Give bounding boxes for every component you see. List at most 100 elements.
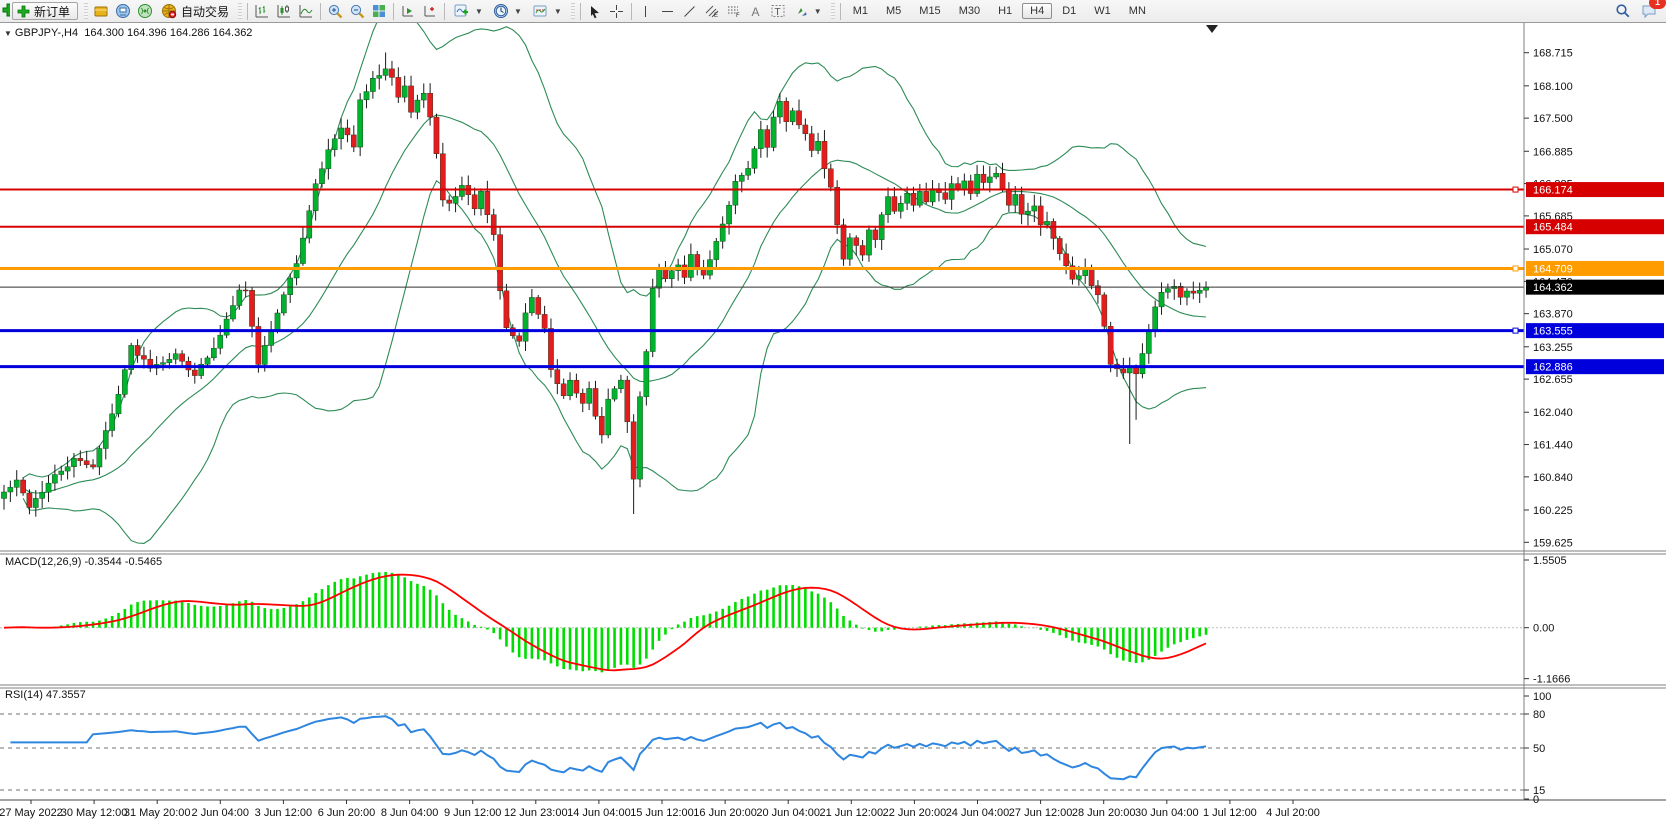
candle [682,265,687,278]
dropdown-caret: ▼ [475,7,483,16]
equidistant-channel-tool-icon[interactable]: E [701,1,723,21]
svg-text:-1.1666: -1.1666 [1533,674,1570,686]
svg-text:22 Jun 20:00: 22 Jun 20:00 [883,807,947,819]
chat-badge: 1 [1649,0,1666,9]
candle [1140,353,1145,373]
candle [364,92,369,100]
tile-windows-icon[interactable] [368,1,390,21]
candle [1038,206,1043,225]
price-axis[interactable]: 168.715168.100167.500166.885166.285165.6… [1524,48,1664,806]
fibonacci-tool-icon[interactable]: F [723,1,745,21]
candle [307,211,312,238]
svg-text:50: 50 [1533,743,1545,755]
new-order-button[interactable]: 新订单 [12,2,78,20]
candle [536,297,541,314]
chart-shift-marker[interactable] [1206,25,1218,33]
candle [1044,221,1049,225]
svg-text:159.625: 159.625 [1533,537,1573,549]
candle [1032,206,1037,211]
svg-text:162.655: 162.655 [1533,374,1573,386]
zoom-in-icon[interactable] [324,1,346,21]
signals-icon[interactable] [134,1,156,21]
toolbar-grip [831,3,835,19]
horizontal-line-tool-icon[interactable] [657,1,679,21]
candle [911,193,916,205]
candle [358,100,363,147]
candlestick-series [1,52,1208,516]
arrows-tool-button[interactable]: ▼ [789,1,827,21]
market-icon[interactable] [90,1,112,21]
bar-chart-type-icon[interactable] [251,1,273,21]
candle [688,254,693,277]
autotrade-button[interactable]: 自动交易 [156,1,234,21]
candle [765,130,770,148]
candle [860,246,865,256]
auto-scroll-icon[interactable] [397,1,419,21]
chat-icon[interactable]: 1 [1638,1,1660,21]
candle [402,86,407,97]
candle [943,193,948,200]
candle [847,238,852,259]
cursor-icon[interactable] [584,1,606,21]
text-tool-icon[interactable]: A [745,1,767,21]
timeframe-H4[interactable]: H4 [1022,3,1052,19]
svg-text:163.255: 163.255 [1533,342,1573,354]
macd-indicator-label: MACD(12,26,9) -0.3544 -0.5465 [5,556,162,568]
timeframe-H1[interactable]: H1 [990,3,1020,19]
text-label-tool-icon[interactable]: T [767,1,789,21]
candle [262,345,267,364]
hline-handle[interactable] [1513,328,1518,333]
crosshair-icon[interactable] [606,1,628,21]
candle [733,181,738,205]
candle [809,134,814,151]
mql5-community-icon[interactable] [112,1,134,21]
hline-price-label-165.484: 165.484 [1526,219,1664,234]
symbol-ohlc-label[interactable]: ▼GBPJPY-,H4 164.300 164.396 164.286 164.… [4,27,252,39]
templates-button[interactable]: ▼ [527,1,567,21]
svg-text:30 May 12:00: 30 May 12:00 [61,807,128,819]
candlestick-chart-type-icon[interactable] [273,1,295,21]
svg-text:E: E [714,13,718,19]
candle [459,185,464,196]
svg-text:T: T [774,7,780,18]
toolbar-grip [238,3,242,19]
candle [1057,238,1062,253]
timeframe-M5[interactable]: M5 [878,3,909,19]
timeframe-M1[interactable]: M1 [845,3,876,19]
chart-canvas[interactable]: 168.715168.100167.500166.885166.285165.6… [0,0,1666,823]
candle [892,197,897,212]
search-icon[interactable] [1612,1,1634,21]
indicators-button[interactable]: ▼ [448,1,488,21]
candle [1121,369,1126,373]
candle [90,465,95,467]
candle [529,297,534,312]
svg-text:0.00: 0.00 [1533,623,1554,635]
hline-handle[interactable] [1513,187,1518,192]
symbol-menu-caret[interactable]: ▼ [4,29,12,38]
periods-button[interactable]: ▼ [488,1,527,21]
line-chart-type-icon[interactable] [295,1,317,21]
candle [65,467,70,471]
chart-shift-icon[interactable] [419,1,441,21]
toolbar-separator [631,3,632,20]
candle [27,493,32,508]
svg-text:6 Jun 20:00: 6 Jun 20:00 [318,807,376,819]
hline-handle[interactable] [1513,266,1518,271]
candle [300,238,305,263]
candle [383,69,388,76]
timeframe-D1[interactable]: D1 [1054,3,1084,19]
candle [822,141,827,169]
timeframe-W1[interactable]: W1 [1086,3,1119,19]
time-axis[interactable]: 27 May 202230 May 12:0031 May 20:002 Jun… [0,800,1320,819]
timeframe-M30[interactable]: M30 [951,3,988,19]
candle [548,328,553,369]
dropdown-caret: ▼ [554,7,562,16]
timeframe-MN[interactable]: MN [1121,3,1154,19]
timeframe-M15[interactable]: M15 [911,3,948,19]
svg-text:163.870: 163.870 [1533,309,1573,321]
candle [1019,194,1024,214]
candle [40,492,45,498]
zoom-out-icon[interactable] [346,1,368,21]
vertical-line-tool-icon[interactable] [635,1,657,21]
trendline-tool-icon[interactable] [679,1,701,21]
